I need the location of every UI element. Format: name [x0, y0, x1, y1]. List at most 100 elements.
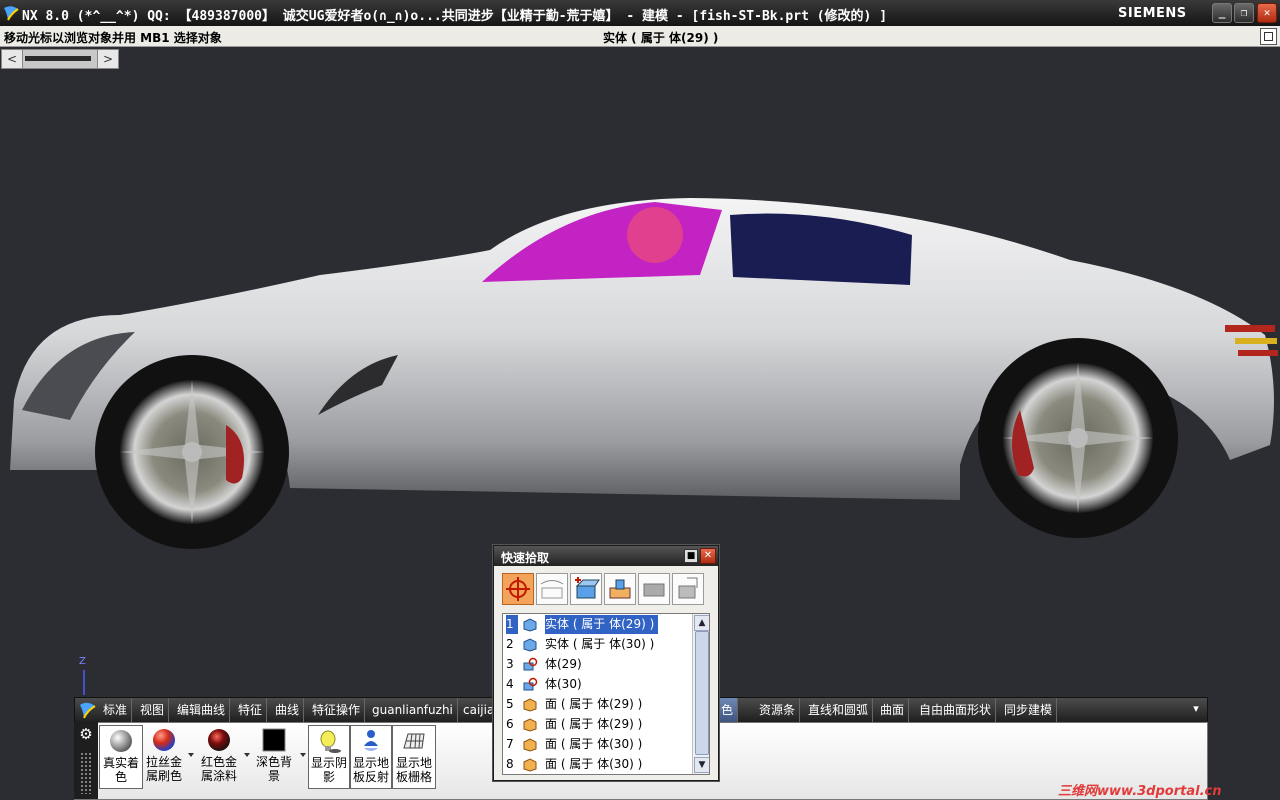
dialog-close-button[interactable]: ✕ [700, 548, 716, 564]
sphere-icon [110, 730, 132, 752]
face-icon [523, 758, 537, 772]
edge-icon [678, 577, 698, 599]
restore-button[interactable]: ❐ [1234, 3, 1254, 23]
gear-icon[interactable]: ⚙ [78, 726, 94, 742]
title-bar: NX 8.0 (*^__^*) QQ: 【489387000】 诚交UG爱好者o… [0, 0, 1280, 26]
tab-surface[interactable]: 曲面 [876, 698, 910, 722]
pin-icon[interactable]: ■ [684, 549, 698, 563]
nx-logo-icon[interactable] [77, 700, 97, 720]
item-number: 4 [506, 677, 514, 691]
dropdown-arrow-icon[interactable] [188, 753, 194, 757]
red-sphere-icon [153, 729, 175, 751]
cue-line: 移动光标以浏览对象并用 MB1 选择对象 实体 ( 属于 体(29) ) [0, 26, 1280, 47]
scroll-up-button[interactable]: ▲ [694, 615, 709, 631]
close-button[interactable]: ✕ [1257, 3, 1277, 23]
tab-resource-bar[interactable]: 资源条 [755, 698, 801, 722]
siemens-brand: SIEMENS [1118, 6, 1187, 21]
face-icon [523, 738, 537, 752]
tab-standard[interactable]: 标准 [99, 698, 133, 722]
feature-icon [609, 579, 631, 599]
filter-toolbar [502, 573, 712, 605]
dialog-title-bar[interactable]: 快速拾取 ■ ✕ [494, 546, 718, 566]
tab-edit-curve[interactable]: 编辑曲线 [173, 698, 231, 722]
scroll-down-button[interactable]: ▼ [694, 757, 709, 773]
list-item[interactable]: 5 面 ( 属于 体(29) ) [503, 695, 691, 714]
true-shading-button[interactable]: 真实着色 [99, 725, 143, 789]
tab-feature-ops[interactable]: 特征操作 [308, 698, 366, 722]
scroll-thumb[interactable] [25, 56, 91, 61]
full-screen-icon[interactable] [1260, 28, 1277, 45]
quick-pick-dialog: 快速拾取 ■ ✕ 1 实体 ( 属于 体(29) ) 2 实体 (属于 体(3… [493, 545, 719, 781]
item-number: 5 [506, 697, 514, 711]
toolbar-scroll-strip: < > [0, 47, 1280, 70]
show-shadow-button[interactable]: 显示阴影 [308, 725, 350, 789]
list-item[interactable]: 8 面 ( 属于 体(30) ) [503, 755, 691, 774]
tab-curve[interactable]: 曲线 [271, 698, 305, 722]
ribbon-menu-button[interactable]: ▾ [1187, 702, 1205, 718]
rear-wheel [978, 338, 1178, 538]
face-icon [523, 698, 537, 712]
list-item[interactable]: 6 面 ( 属于 体(29) ) [503, 715, 691, 734]
body-feature-icon [523, 677, 538, 691]
list-item[interactable]: 3 体(29) [503, 655, 691, 674]
face-icon [643, 583, 665, 597]
dropdown-arrow-icon[interactable] [244, 753, 250, 757]
button-label: 深色背景 [255, 755, 292, 783]
list-item[interactable]: 7 面 ( 属于 体(30) ) [503, 735, 691, 754]
scroll-track[interactable] [22, 49, 98, 69]
item-number: 8 [506, 757, 514, 771]
filter-face-button[interactable] [638, 573, 670, 605]
ribbon-sidebar: ⚙ [74, 722, 98, 799]
pick-list: 1 实体 ( 属于 体(29) ) 2 实体 ( 属于 体(30) ) 3 体(… [502, 613, 710, 775]
list-item[interactable]: 1 实体 ( 属于 体(29) ) [503, 615, 691, 634]
tab-feature[interactable]: 特征 [234, 698, 268, 722]
curve-icon [540, 580, 564, 599]
tab-view[interactable]: 视图 [136, 698, 170, 722]
dark-red-sphere-icon [208, 729, 230, 751]
item-number: 6 [506, 717, 514, 731]
filter-body-button[interactable] [570, 573, 602, 605]
nx-logo-icon [4, 6, 19, 21]
item-label: 面 ( 属于 体(29) ) [545, 717, 643, 731]
red-metal-paint-button[interactable]: 红色金属涂料 [196, 725, 242, 787]
black-square-icon [262, 728, 286, 752]
face-icon [523, 718, 537, 732]
item-number: 2 [506, 637, 514, 651]
scroll-right-button[interactable]: > [97, 49, 119, 69]
tab-guanlianfuzhi[interactable]: guanlianfuzhi [368, 698, 458, 722]
minimize-button[interactable]: _ [1212, 3, 1232, 23]
filter-curve-button[interactable] [536, 573, 568, 605]
item-number: 1 [506, 615, 518, 634]
tab-freeform[interactable]: 自由曲面形状 [915, 698, 997, 722]
front-wheel [95, 355, 289, 549]
filter-edge-button[interactable] [672, 573, 704, 605]
item-label: 实体 ( 属于 体(29) ) [545, 615, 659, 634]
filter-feature-button[interactable] [604, 573, 636, 605]
item-label: 体(29) [545, 657, 582, 671]
tab-line-arc[interactable]: 直线和圆弧 [804, 698, 874, 722]
grip-handle[interactable] [80, 752, 92, 794]
brushed-metal-button[interactable]: 拉丝金属刷色 [142, 725, 186, 787]
list-item[interactable]: 2 实体 ( 属于 体(30) ) [503, 635, 691, 654]
filter-all-button[interactable] [502, 573, 534, 605]
scroll-left-button[interactable]: < [1, 49, 23, 69]
dialog-title: 快速拾取 [501, 551, 550, 565]
tab-sync-modeling[interactable]: 同步建模 [1000, 698, 1058, 722]
item-label: 实体 ( 属于 体(30) ) [545, 637, 655, 651]
list-item[interactable]: 4 体(30) [503, 675, 691, 694]
show-floor-grid-button[interactable]: 显示地板栅格 [392, 725, 436, 789]
list-scrollbar[interactable]: ▲ ▼ [692, 614, 709, 774]
dropdown-arrow-icon[interactable] [300, 753, 306, 757]
scroll-thumb[interactable] [695, 631, 709, 755]
crosshair-icon [506, 577, 530, 601]
light-bulb-icon [320, 730, 341, 753]
person-reflection-icon [364, 730, 378, 751]
button-label: 显示地板栅格 [395, 756, 432, 784]
show-floor-reflection-button[interactable]: 显示地板反射 [350, 725, 392, 789]
solid-body-icon [523, 618, 537, 632]
item-label: 面 ( 属于 体(29) ) [545, 697, 643, 711]
add-body-icon [575, 577, 600, 599]
item-number: 3 [506, 657, 514, 671]
dark-background-button[interactable]: 深色背景 [252, 725, 296, 787]
z-axis-label: Z [79, 656, 86, 667]
